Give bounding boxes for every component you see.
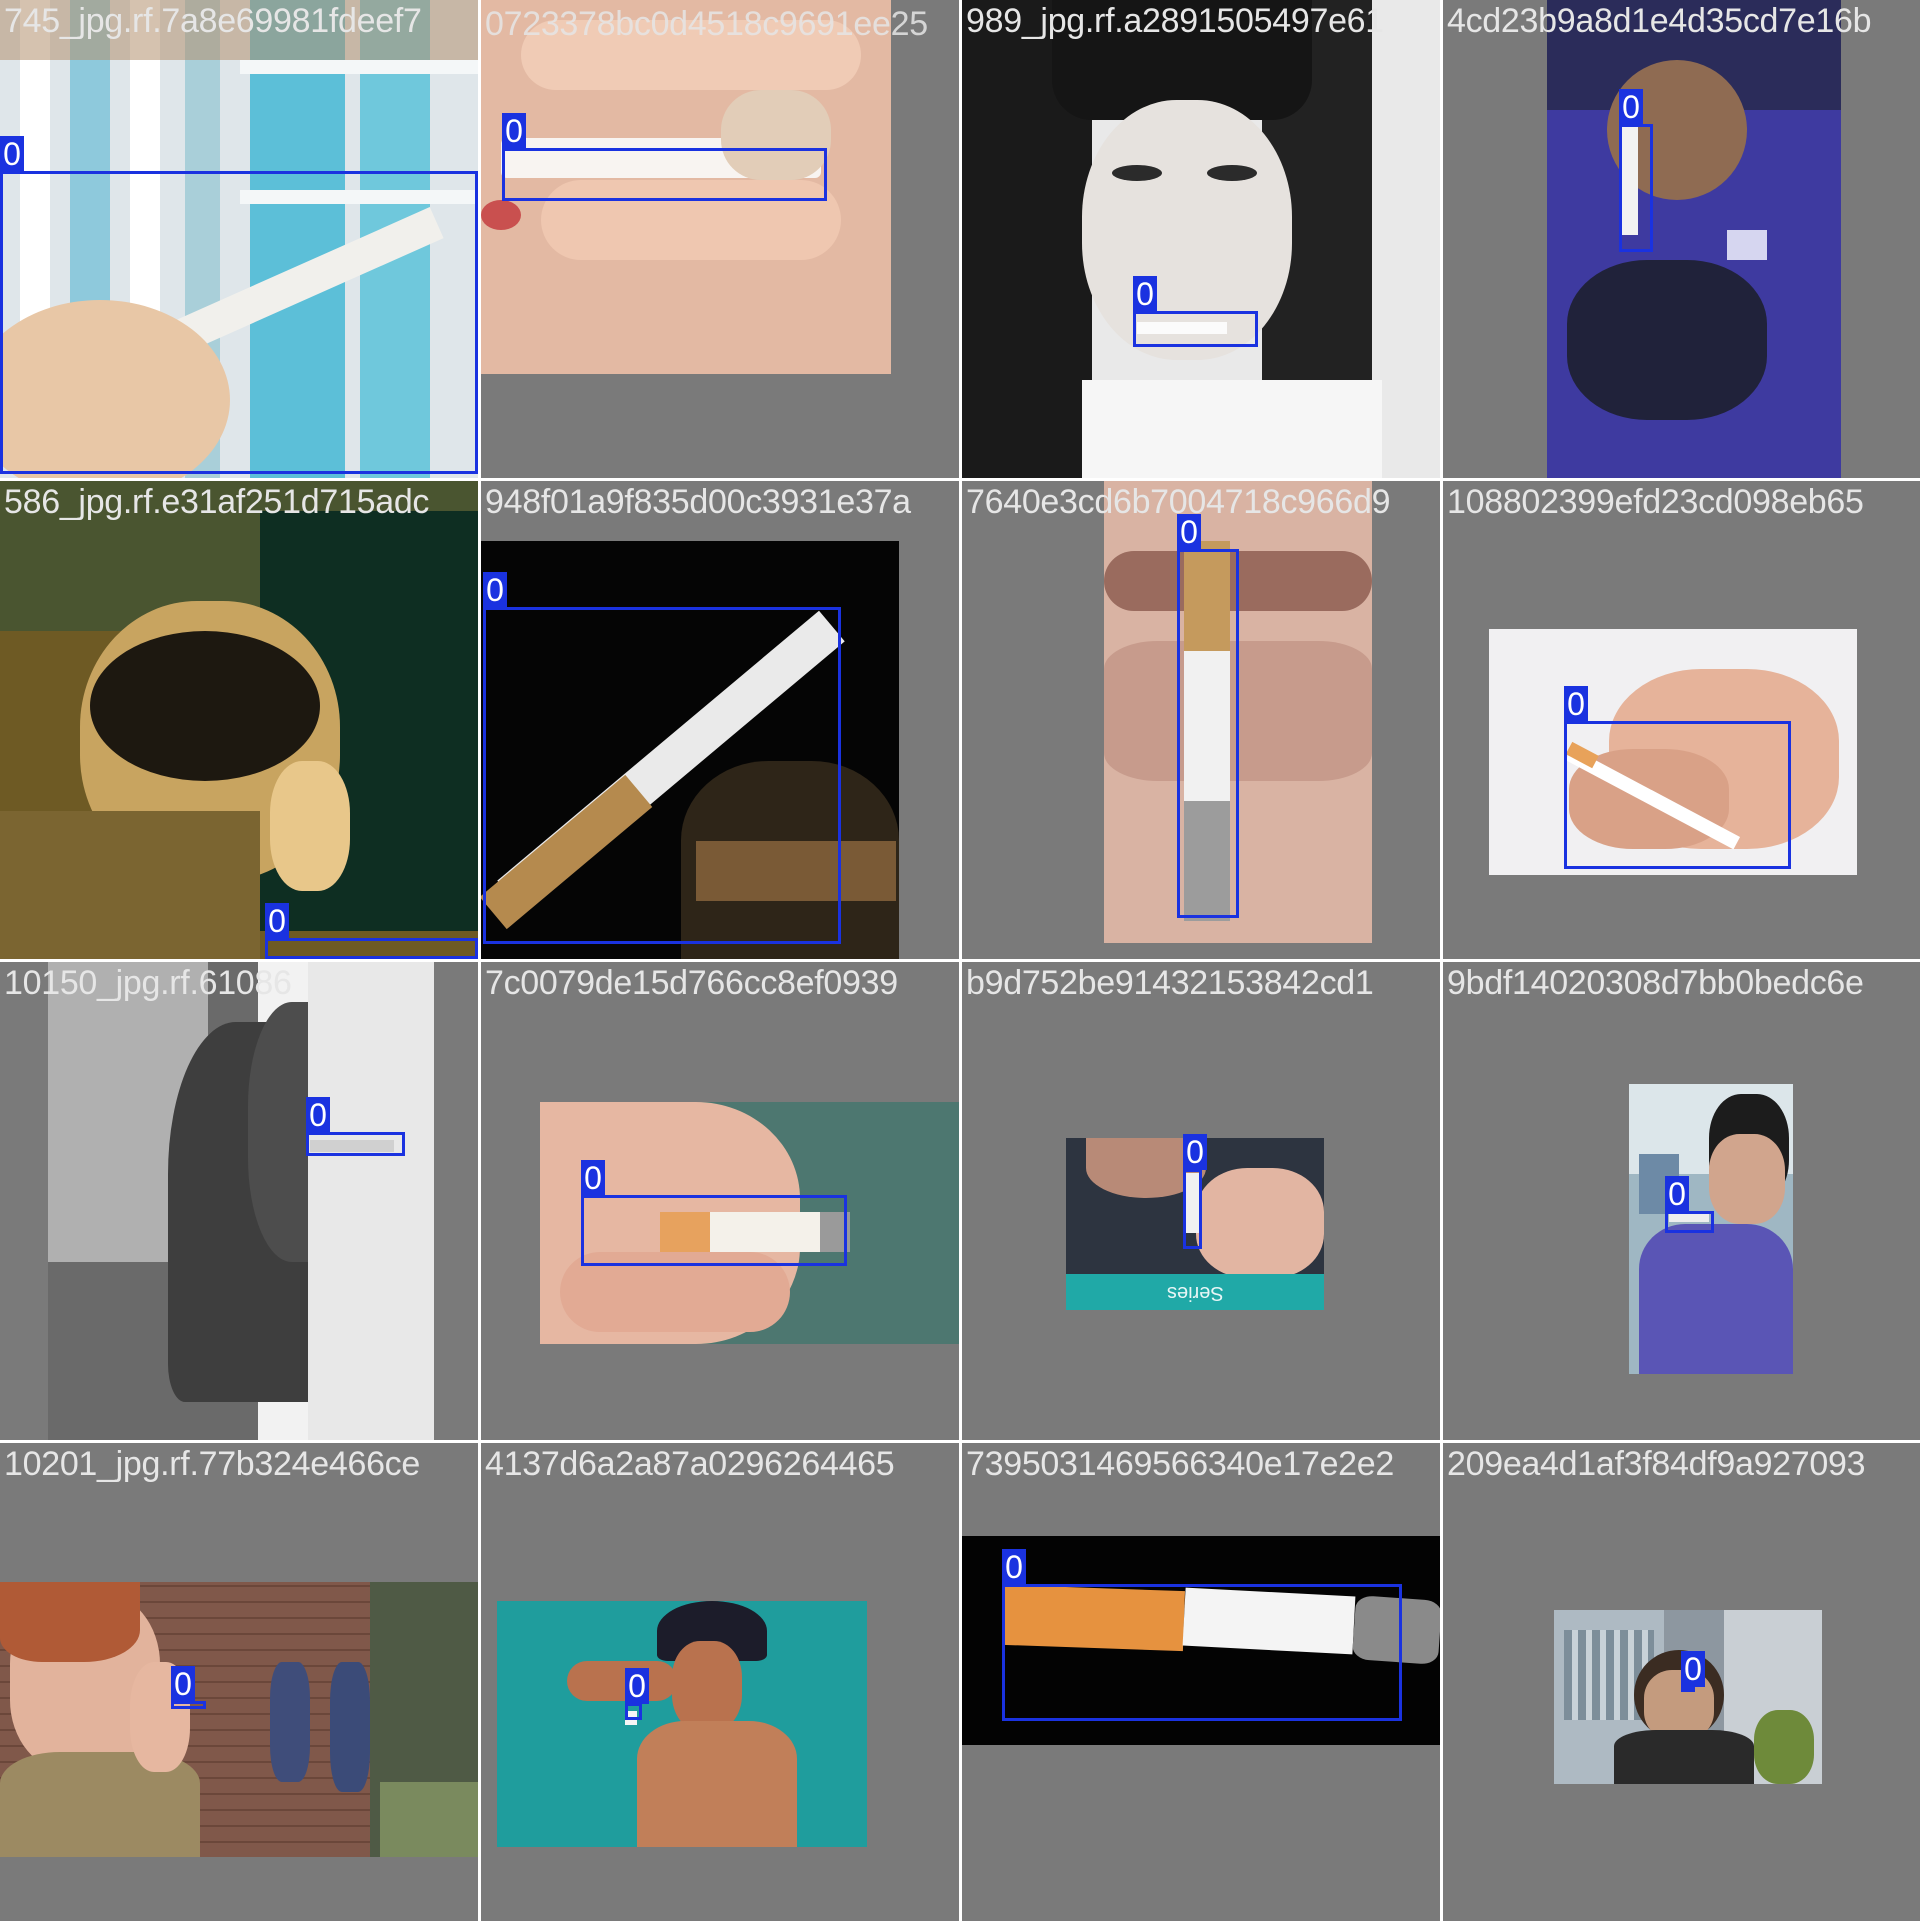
tile-8[interactable]: 108802399efd23cd098eb65 0 bbox=[1443, 481, 1920, 959]
bounding-box[interactable] bbox=[483, 607, 841, 944]
detection-mosaic: 745_jpg.rf.7a8e69981fdeef7 0 0723378bc0d… bbox=[0, 0, 1920, 1921]
class-label: 0 bbox=[1681, 1651, 1705, 1687]
class-label: 0 bbox=[1002, 1549, 1026, 1585]
tile-7[interactable]: 7640e3cd6b7004718c966d9 0 bbox=[962, 481, 1440, 959]
bounding-box[interactable] bbox=[1183, 1169, 1202, 1249]
tile-16-filename: 209ea4d1af3f84df9a927093 bbox=[1447, 1445, 1866, 1483]
bounding-box[interactable] bbox=[1665, 1211, 1714, 1233]
tile-8-filename: 108802399efd23cd098eb65 bbox=[1447, 483, 1864, 521]
tile-16-photo bbox=[1554, 1610, 1822, 1784]
class-label: 0 bbox=[625, 1668, 649, 1704]
tile-13[interactable]: 10201_jpg.rf.77b324e466ce 0 bbox=[0, 1443, 478, 1921]
tile-10[interactable]: 7c0079de15d766cc8ef0939 0 bbox=[481, 962, 959, 1440]
tile-11-filename: b9d752be91432153842cd1 bbox=[966, 964, 1374, 1002]
tile-15[interactable]: 7395031469566340e17e2e2 0 bbox=[962, 1443, 1440, 1921]
tile-15-filename: 7395031469566340e17e2e2 bbox=[966, 1445, 1395, 1483]
bounding-box[interactable] bbox=[1564, 721, 1791, 869]
class-label: 0 bbox=[1183, 1134, 1207, 1170]
tile-4-filename: 4cd23b9a8d1e4d35cd7e16b bbox=[1447, 2, 1872, 40]
tile-3-filename: 989_jpg.rf.a2891505497e61 bbox=[966, 2, 1384, 40]
tile-12-filename: 9bdf14020308d7bb0bedc6e bbox=[1447, 964, 1864, 1002]
class-label: 0 bbox=[1564, 686, 1588, 722]
class-label: 0 bbox=[265, 903, 289, 939]
class-label: 0 bbox=[171, 1666, 195, 1702]
tile-6[interactable]: 948f01a9f835d00c3931e37a 0 bbox=[481, 481, 959, 959]
class-label: 0 bbox=[306, 1097, 330, 1133]
class-label: 0 bbox=[483, 572, 507, 608]
bounding-box[interactable] bbox=[306, 1132, 405, 1156]
tile-12[interactable]: 9bdf14020308d7bb0bedc6e 0 bbox=[1443, 962, 1920, 1440]
class-label: 0 bbox=[1665, 1176, 1689, 1212]
tile-3-photo bbox=[962, 0, 1440, 478]
tile-3[interactable]: 989_jpg.rf.a2891505497e61 0 bbox=[962, 0, 1440, 478]
tile-13-filename: 10201_jpg.rf.77b324e466ce bbox=[4, 1445, 420, 1483]
class-label: 0 bbox=[1133, 276, 1157, 312]
tile-14-photo bbox=[497, 1601, 867, 1847]
bounding-box[interactable] bbox=[171, 1701, 206, 1709]
class-label: 0 bbox=[1177, 514, 1201, 550]
tile-5-filename: 586_jpg.rf.e31af251d715adc bbox=[4, 483, 430, 521]
tile-2-filename: 0723378bc0d4518c9691ee25 bbox=[485, 5, 928, 43]
tile-9[interactable]: 10150_jpg.rf.61086 0 bbox=[0, 962, 478, 1440]
tile-5-photo bbox=[0, 481, 478, 959]
tile-9-filename: 10150_jpg.rf.61086 bbox=[4, 964, 292, 1002]
tile-6-filename: 948f01a9f835d00c3931e37a bbox=[485, 483, 911, 521]
tile-11[interactable]: Series b9d752be91432153842cd1 0 bbox=[962, 962, 1440, 1440]
bounding-box[interactable] bbox=[1002, 1584, 1402, 1721]
tile-9-photo bbox=[48, 962, 434, 1440]
tile-1-filename: 745_jpg.rf.7a8e69981fdeef7 bbox=[4, 2, 422, 40]
tile-14[interactable]: 4137d6a2a87a0296264465 0 bbox=[481, 1443, 959, 1921]
bounding-box[interactable] bbox=[625, 1703, 642, 1720]
tile-1[interactable]: 745_jpg.rf.7a8e69981fdeef7 0 bbox=[0, 0, 478, 478]
tile-2[interactable]: 0723378bc0d4518c9691ee25 0 bbox=[481, 0, 959, 478]
tile-14-filename: 4137d6a2a87a0296264465 bbox=[485, 1445, 895, 1483]
tile-5[interactable]: 586_jpg.rf.e31af251d715adc 0 bbox=[0, 481, 478, 959]
bounding-box[interactable] bbox=[502, 148, 827, 201]
bounding-box[interactable] bbox=[1177, 549, 1239, 918]
tile-13-photo bbox=[0, 1582, 478, 1857]
bounding-box[interactable] bbox=[0, 171, 478, 474]
tile-10-filename: 7c0079de15d766cc8ef0939 bbox=[485, 964, 898, 1002]
bounding-box[interactable] bbox=[265, 938, 478, 959]
class-label: 0 bbox=[502, 113, 526, 149]
class-label: 0 bbox=[581, 1160, 605, 1196]
series-sign-text: Series bbox=[1166, 1281, 1224, 1304]
class-label: 0 bbox=[0, 136, 24, 172]
class-label: 0 bbox=[1619, 89, 1643, 125]
tile-4[interactable]: 4cd23b9a8d1e4d35cd7e16b 0 bbox=[1443, 0, 1920, 478]
tile-4-photo bbox=[1547, 0, 1841, 478]
tile-16[interactable]: 209ea4d1af3f84df9a927093 0 bbox=[1443, 1443, 1920, 1921]
bounding-box[interactable] bbox=[1619, 124, 1653, 252]
bounding-box[interactable] bbox=[581, 1195, 847, 1266]
bounding-box[interactable] bbox=[1133, 311, 1258, 347]
